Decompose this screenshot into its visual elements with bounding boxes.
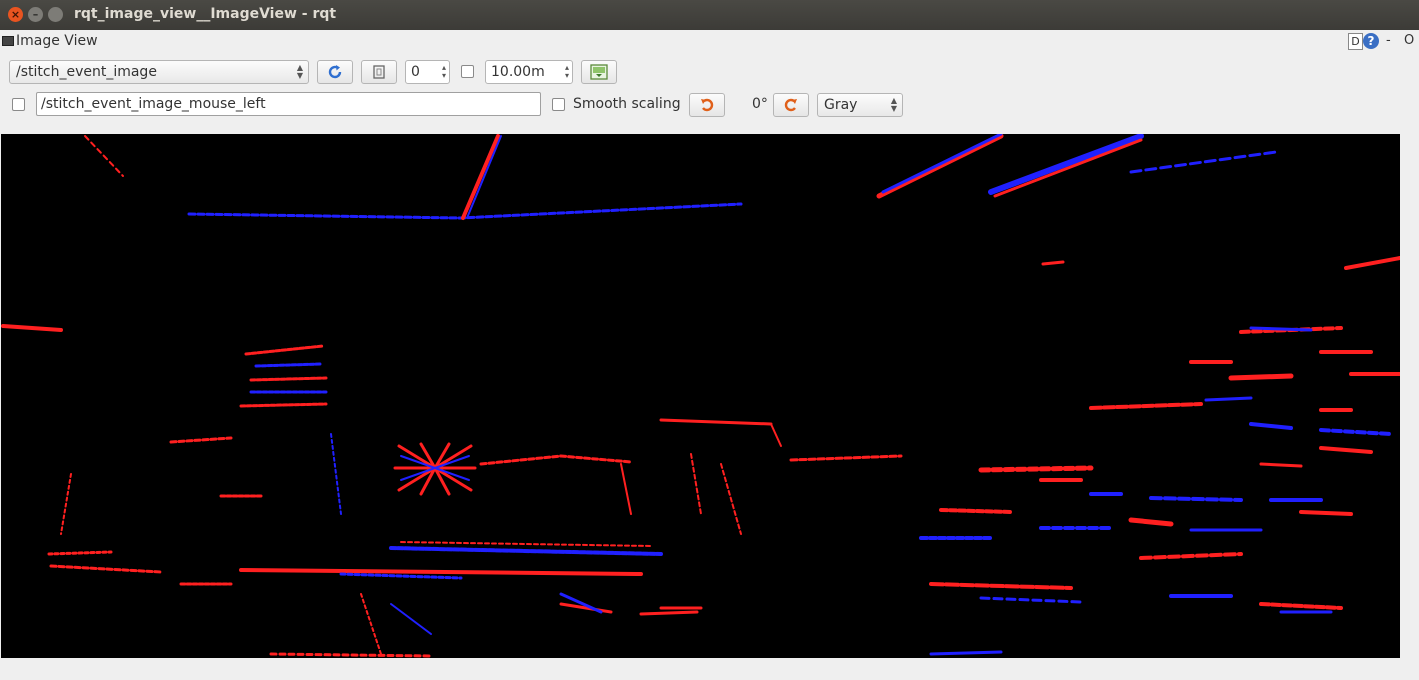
window-titlebar: × – rqt_image_view__ImageView - rqt bbox=[0, 0, 1419, 30]
color-scheme-value: Gray bbox=[824, 97, 858, 113]
rotate-right-icon bbox=[784, 98, 797, 112]
status-bar bbox=[0, 658, 1419, 680]
mouse-topic-value: /stitch_event_image_mouse_left bbox=[41, 96, 266, 112]
save-image-button[interactable] bbox=[581, 60, 617, 84]
dynamic-range-checkbox[interactable] bbox=[461, 65, 474, 78]
close-window-icon[interactable]: × bbox=[8, 7, 23, 22]
max-range-spinbox[interactable]: 10.00m ▴ ▾ bbox=[485, 60, 573, 84]
plugin-close-button[interactable]: O bbox=[1404, 33, 1414, 48]
mouse-topic-input[interactable]: /stitch_event_image_mouse_left bbox=[36, 92, 541, 116]
dock-icon[interactable]: D bbox=[1348, 33, 1363, 50]
zoom-button[interactable] bbox=[361, 60, 397, 84]
publish-mouse-checkbox[interactable] bbox=[12, 98, 25, 111]
plugin-icon bbox=[2, 36, 14, 46]
window-title: rqt_image_view__ImageView - rqt bbox=[74, 6, 337, 22]
max-range-value: 10.00m bbox=[491, 64, 545, 80]
topic-select[interactable]: /stitch_event_image ▲ ▼ bbox=[9, 60, 309, 84]
smooth-scaling-label: Smooth scaling bbox=[573, 96, 681, 112]
minimize-window-icon[interactable]: – bbox=[28, 7, 43, 22]
color-scheme-select[interactable]: Gray ▲ ▼ bbox=[817, 93, 903, 117]
rotate-left-icon bbox=[701, 98, 714, 112]
smooth-scaling-checkbox[interactable] bbox=[552, 98, 565, 111]
rotate-left-button[interactable] bbox=[689, 93, 725, 117]
plugin-minimize-button[interactable]: - bbox=[1386, 33, 1391, 48]
plugin-header bbox=[0, 30, 1419, 54]
save-image-icon bbox=[590, 64, 608, 80]
chevron-updown-icon: ▲ ▼ bbox=[296, 63, 303, 80]
chevron-updown-icon: ▲ ▼ bbox=[890, 96, 897, 113]
rotation-label: 0° bbox=[752, 96, 768, 112]
zoom-spinbox-value: 0 bbox=[411, 64, 420, 80]
refresh-topics-button[interactable] bbox=[317, 60, 353, 84]
topic-select-value: /stitch_event_image bbox=[16, 64, 157, 80]
plugin-title: Image View bbox=[16, 33, 98, 49]
zoom-spinbox[interactable]: 0 ▴ ▾ bbox=[405, 60, 450, 84]
rotate-right-button[interactable] bbox=[773, 93, 809, 117]
event-image bbox=[1, 134, 1400, 658]
event-image-display[interactable] bbox=[1, 134, 1400, 658]
maximize-window-icon[interactable] bbox=[48, 7, 63, 22]
help-icon[interactable]: ? bbox=[1363, 33, 1379, 49]
zoom-1-icon bbox=[373, 65, 385, 79]
spin-arrows-icon[interactable]: ▴ ▾ bbox=[442, 64, 446, 80]
refresh-icon bbox=[328, 65, 342, 79]
spin-arrows-icon[interactable]: ▴ ▾ bbox=[565, 64, 569, 80]
